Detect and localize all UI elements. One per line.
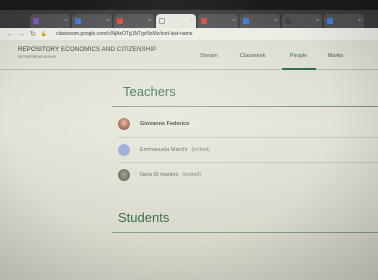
tab-favicon-icon — [117, 18, 123, 24]
browser-tab[interactable]: × — [30, 14, 70, 28]
browser-tab[interactable]: × — [114, 14, 154, 28]
browser-tab[interactable]: × — [324, 14, 364, 28]
close-tab-icon[interactable]: × — [358, 18, 361, 24]
close-tab-icon[interactable]: × — [316, 18, 319, 24]
teacher-name: Ilaria Di martino — [140, 172, 179, 178]
avatar — [118, 169, 130, 181]
browser-tab[interactable]: × — [282, 14, 322, 28]
browser-tab[interactable]: × — [198, 14, 238, 28]
tab-classwork[interactable]: Classwork — [240, 53, 265, 59]
tab-people[interactable]: People — [290, 53, 307, 59]
teacher-row[interactable]: Emmanuela Marchi (invited) — [118, 139, 378, 161]
browser-tab-strip: × × × × × × × × — [0, 10, 378, 28]
browser-tab[interactable]: × — [72, 14, 112, 28]
tab-favicon-icon — [327, 18, 333, 24]
tab-stream[interactable]: Stream — [200, 53, 218, 59]
tab-favicon-icon — [285, 18, 291, 24]
teacher-row[interactable]: Ilaria Di martino (invited) — [118, 164, 378, 186]
tab-favicon-icon — [33, 18, 39, 24]
close-tab-icon[interactable]: × — [190, 18, 193, 24]
invite-status: (invited) — [182, 172, 201, 178]
teacher-name: Emmanuela Marchi — [140, 147, 188, 153]
address-bar: ← → ↻ 🔒 classroom.google.com/c/NjAxOTg1N… — [0, 28, 378, 40]
tab-favicon-icon — [243, 18, 249, 24]
invite-status: (invited) — [191, 147, 210, 153]
url-field[interactable]: classroom.google.com/c/NjAxOTg1NTgxNzMz/… — [56, 31, 192, 37]
browser-tab-active[interactable]: × — [156, 14, 196, 28]
browser-tab[interactable]: × — [240, 14, 280, 28]
close-tab-icon[interactable]: × — [148, 18, 151, 24]
teachers-heading: Teachers — [123, 84, 176, 99]
close-tab-icon[interactable]: × — [64, 18, 67, 24]
avatar — [118, 118, 130, 130]
tab-favicon-icon — [75, 18, 81, 24]
row-divider — [118, 162, 378, 163]
default-avatar-icon — [118, 144, 130, 156]
active-tab-indicator — [282, 68, 316, 70]
forward-icon[interactable]: → — [18, 31, 25, 38]
tab-favicon-icon — [201, 18, 207, 24]
teachers-divider — [112, 106, 378, 107]
tab-favicon-icon — [159, 18, 165, 24]
class-title[interactable]: REPOSITORY ECONOMICS AND CITIZENSHIP — [18, 46, 156, 53]
back-icon[interactable]: ← — [6, 31, 13, 38]
teacher-row[interactable]: Giovanne Federico — [118, 113, 378, 135]
screen: × × × × × × × × ← → ↻ 🔒 classroom.google… — [0, 0, 378, 280]
class-header: REPOSITORY ECONOMICS AND CITIZENSHIP ENT… — [0, 40, 378, 70]
reload-icon[interactable]: ↻ — [30, 30, 36, 38]
tab-marks[interactable]: Marks — [328, 53, 343, 59]
class-section: ENTREPRENEURSHIP — [18, 55, 57, 59]
teacher-name: Giovanne Federico — [140, 121, 190, 127]
close-tab-icon[interactable]: × — [106, 18, 109, 24]
close-tab-icon[interactable]: × — [274, 18, 277, 24]
students-divider — [112, 232, 378, 233]
close-tab-icon[interactable]: × — [232, 18, 235, 24]
row-divider — [118, 137, 378, 138]
lock-icon[interactable]: 🔒 — [41, 31, 47, 37]
students-heading: Students — [118, 210, 170, 225]
